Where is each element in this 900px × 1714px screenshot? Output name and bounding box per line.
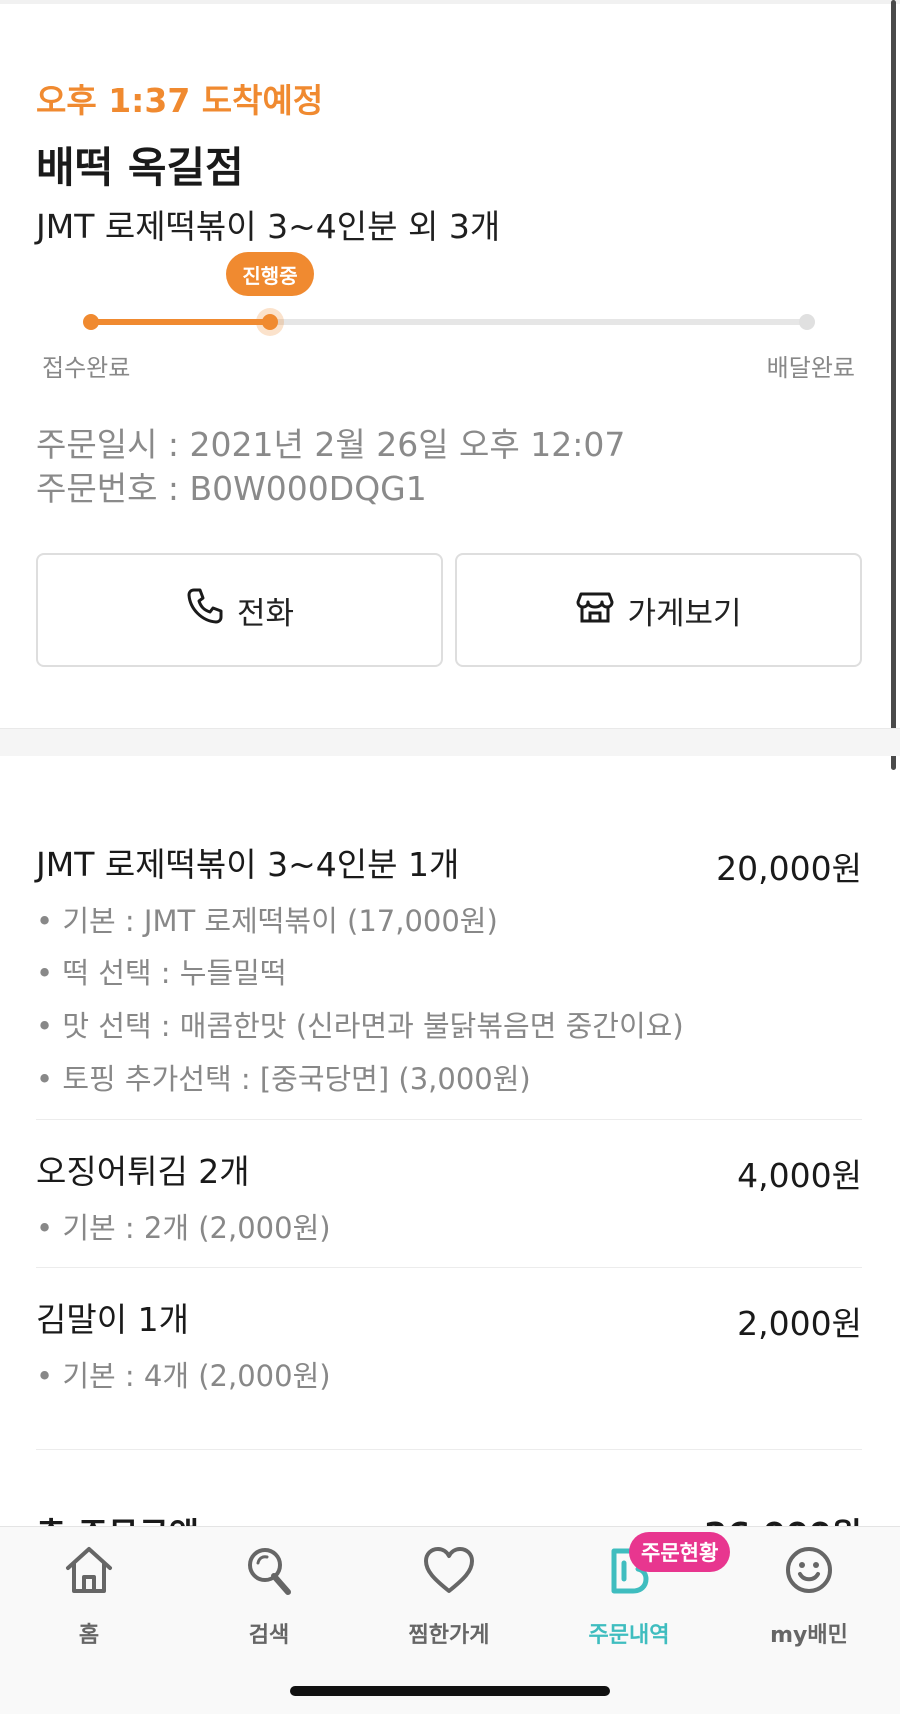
item-price: 20,000원 — [716, 849, 862, 888]
phone-icon — [185, 586, 225, 634]
order-summary: JMT 로제떡볶이 3~4인분 외 3개 — [36, 207, 501, 246]
tab-search[interactable]: 검색 — [199, 1541, 339, 1649]
home-indicator[interactable] — [290, 1686, 610, 1696]
item-separator — [36, 1267, 862, 1268]
top-divider — [0, 0, 900, 4]
call-button[interactable]: 전화 — [36, 553, 443, 667]
item-price: 4,000원 — [737, 1156, 862, 1195]
search-icon — [240, 1541, 298, 1603]
call-button-label: 전화 — [236, 595, 295, 632]
order-number: 주문번호 : B0W000DQG1 — [36, 469, 427, 508]
item-option: • 기본 : JMT 로제떡볶이 (17,000원) — [36, 904, 498, 938]
heart-icon — [420, 1541, 478, 1603]
tab-favorites[interactable]: 찜한가게 — [379, 1541, 519, 1649]
order-status-badge[interactable]: 주문현황 — [629, 1532, 731, 1572]
tab-my[interactable]: my배민 — [739, 1541, 879, 1649]
progress-badge: 진행중 — [226, 252, 314, 296]
item-name: 김말이 1개 — [36, 1300, 189, 1339]
eta-text: 오후 1:37 도착예정 — [36, 81, 324, 120]
view-store-button[interactable]: 가게보기 — [455, 553, 862, 667]
item-price: 2,000원 — [737, 1304, 862, 1343]
item-option: • 기본 : 4개 (2,000원) — [36, 1359, 331, 1393]
item-separator — [36, 1449, 862, 1450]
item-name: 오징어튀김 2개 — [36, 1152, 250, 1191]
item-separator — [36, 1119, 862, 1120]
smile-icon — [780, 1541, 838, 1603]
item-option: • 떡 선택 : 누들밀떡 — [36, 956, 287, 990]
tab-orders-label: 주문내역 — [588, 1623, 670, 1648]
store-icon — [575, 586, 615, 634]
item-option: • 맛 선택 : 매콤한맛 (신라면과 불닭볶음면 중간이요) — [36, 1009, 684, 1043]
tab-favorites-label: 찜한가게 — [408, 1623, 490, 1648]
progress-fill — [91, 319, 270, 325]
step-received-label: 접수완료 — [42, 354, 131, 382]
tab-home-label: 홈 — [78, 1623, 100, 1648]
progress-current-dot — [262, 314, 278, 330]
progress-end-dot — [799, 314, 815, 330]
store-name: 배떡 옥길점 — [36, 143, 244, 192]
tab-home[interactable]: 홈 — [19, 1541, 159, 1649]
tab-search-label: 검색 — [248, 1623, 290, 1648]
view-store-button-label: 가게보기 — [627, 595, 742, 632]
item-option: • 기본 : 2개 (2,000원) — [36, 1211, 331, 1245]
item-option: • 토핑 추가선택 : [중국당면] (3,000원) — [36, 1062, 531, 1096]
section-divider — [0, 728, 900, 756]
tab-my-label: my배민 — [770, 1623, 848, 1648]
step-delivered-label: 배달완료 — [766, 354, 855, 382]
item-name: JMT 로제떡볶이 3~4인분 1개 — [36, 845, 460, 884]
home-icon — [60, 1541, 118, 1603]
progress-start-dot — [83, 314, 99, 330]
scrollbar[interactable] — [891, 0, 896, 770]
order-datetime: 주문일시 : 2021년 2월 26일 오후 12:07 — [36, 425, 626, 464]
